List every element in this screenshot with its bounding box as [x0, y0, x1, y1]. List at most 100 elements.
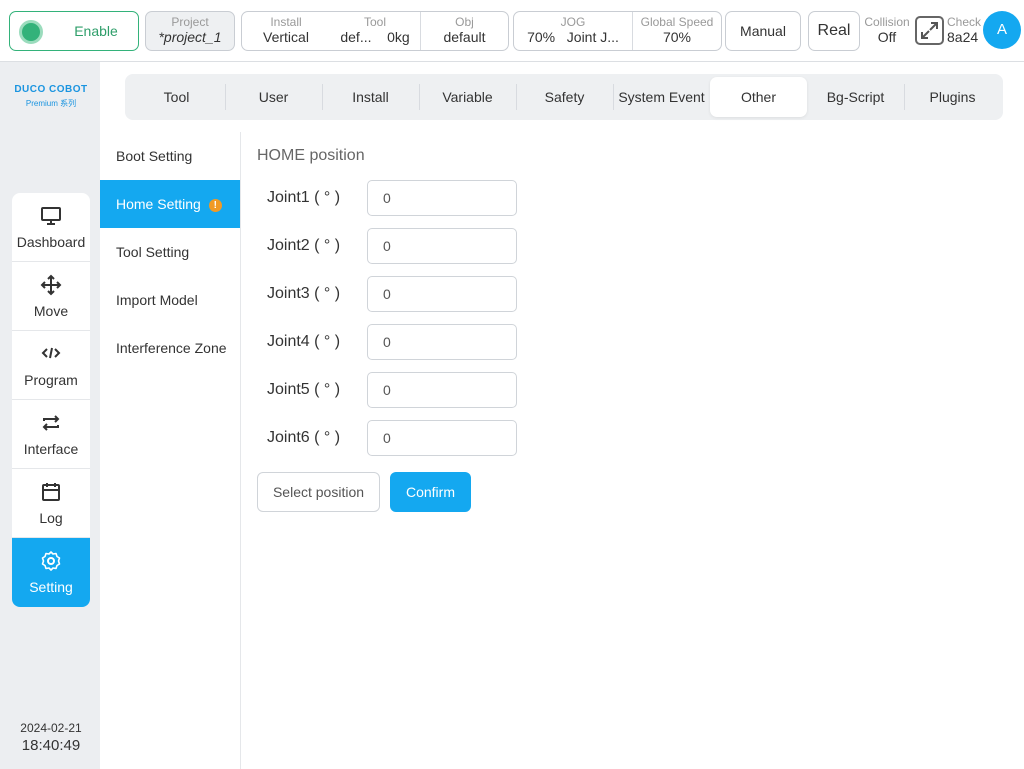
- check-status[interactable]: Check 8a24: [947, 16, 983, 46]
- subnav-import-model[interactable]: Import Model: [100, 276, 240, 324]
- obj-label: Obj: [455, 15, 474, 29]
- project-label: Project: [171, 15, 209, 29]
- check-value: 8a24: [947, 29, 979, 45]
- swap-icon: [12, 412, 90, 434]
- manual-mode-label: Manual: [740, 23, 786, 39]
- settings-tabs: Tool User Install Variable Safety System…: [125, 74, 1003, 120]
- check-label: Check: [947, 15, 982, 29]
- nav-label-interface: Interface: [23, 441, 79, 457]
- enable-button[interactable]: Enable: [9, 11, 139, 51]
- project-value: *project_1: [158, 29, 222, 45]
- main-content: Tool User Install Variable Safety System…: [100, 62, 1024, 769]
- expand-icon[interactable]: [915, 16, 944, 45]
- nav-item-program[interactable]: Program: [12, 331, 90, 400]
- clock-date: 2024-02-21: [20, 721, 82, 735]
- nav-item-dashboard[interactable]: Dashboard: [12, 193, 90, 262]
- subnav-home-setting[interactable]: Home Setting!: [100, 180, 240, 228]
- subnav-interference-zone[interactable]: Interference Zone: [100, 324, 240, 372]
- joint1-input[interactable]: [367, 180, 517, 216]
- enable-label: Enable: [74, 23, 118, 39]
- tab-bg-script[interactable]: Bg-Script: [807, 77, 905, 117]
- obj-value: default: [443, 29, 486, 45]
- nav-label-dashboard: Dashboard: [16, 234, 86, 250]
- jog-speed-panel[interactable]: JOG 70% Joint J... Global Speed 70%: [513, 11, 722, 51]
- joint6-label: Joint6 ( ° ): [267, 429, 341, 446]
- joint5-label: Joint5 ( ° ): [267, 381, 341, 398]
- tab-label: Tool: [163, 89, 190, 105]
- tab-plugins[interactable]: Plugins: [904, 77, 1001, 117]
- jog-speed: 70%: [527, 29, 556, 45]
- confirm-button[interactable]: Confirm: [390, 472, 471, 512]
- joint2-input[interactable]: [367, 228, 517, 264]
- top-status-bar: Enable Project *project_1 Install Vertic…: [0, 0, 1024, 62]
- subnav-tool-setting[interactable]: Tool Setting: [100, 228, 240, 276]
- subnav-boot-setting[interactable]: Boot Setting: [100, 132, 240, 180]
- install-value: Vertical: [263, 29, 309, 45]
- code-icon: [12, 343, 90, 365]
- tool-label: Tool: [363, 15, 386, 29]
- nav-item-log[interactable]: Log: [12, 469, 90, 538]
- jog-cell[interactable]: JOG 70% Joint J...: [514, 12, 632, 50]
- tab-label: Bg-Script: [826, 89, 885, 105]
- tab-variable[interactable]: Variable: [419, 77, 517, 117]
- joint2-label: Joint2 ( ° ): [267, 237, 341, 254]
- nav-label-log: Log: [39, 510, 63, 526]
- install-cell[interactable]: Install Vertical: [242, 12, 330, 50]
- gear-icon: [12, 550, 90, 572]
- install-tool-obj-panel[interactable]: Install Vertical Tool def... 0kg Obj def…: [241, 11, 509, 51]
- tab-label: Other: [740, 89, 776, 105]
- nav-item-move[interactable]: Move: [12, 262, 90, 331]
- global-speed-label: Global Speed: [640, 15, 714, 29]
- joint3-input[interactable]: [367, 276, 517, 312]
- joint6-input[interactable]: [367, 420, 517, 456]
- joint5-row: Joint5 ( ° ): [267, 372, 527, 408]
- tab-user[interactable]: User: [225, 77, 323, 117]
- joint2-row: Joint2 ( ° ): [267, 228, 527, 264]
- tab-system-event[interactable]: System Event: [613, 77, 710, 117]
- tab-other[interactable]: Other: [710, 77, 807, 117]
- nav-label-program: Program: [24, 372, 78, 388]
- tab-label: Install: [352, 89, 389, 105]
- collision-label: Collision: [864, 15, 910, 29]
- tab-install[interactable]: Install: [322, 77, 420, 117]
- joint5-input[interactable]: [367, 372, 517, 408]
- joint3-row: Joint3 ( ° ): [267, 276, 527, 312]
- global-speed-value: 70%: [662, 29, 692, 45]
- user-avatar[interactable]: A: [983, 11, 1021, 49]
- nav-item-interface[interactable]: Interface: [12, 400, 90, 469]
- tool-name: def...: [340, 29, 372, 45]
- nav-item-setting[interactable]: Setting: [12, 538, 90, 607]
- jog-label: JOG: [560, 15, 586, 29]
- tab-label: Plugins: [929, 89, 976, 105]
- logo-line1: DUCO COBOT: [14, 84, 88, 95]
- subnav-home-setting-label: Home Setting: [116, 196, 201, 212]
- move-arrows-icon: [12, 274, 90, 296]
- duco-logo: DUCO COBOT Premium 系列: [10, 84, 92, 109]
- joint4-input[interactable]: [367, 324, 517, 360]
- select-position-button[interactable]: Select position: [257, 472, 380, 512]
- tool-cell[interactable]: Tool def... 0kg: [330, 12, 420, 50]
- real-mode-label: Real: [817, 22, 851, 39]
- collision-status[interactable]: Collision Off: [863, 16, 911, 46]
- global-speed-cell[interactable]: Global Speed 70%: [632, 12, 721, 50]
- joint4-row: Joint4 ( ° ): [267, 324, 527, 360]
- tab-label: Safety: [544, 89, 585, 105]
- tab-label: User: [258, 89, 289, 105]
- power-status-icon: [19, 20, 43, 44]
- tab-tool[interactable]: Tool: [128, 77, 226, 117]
- manual-mode-button[interactable]: Manual: [725, 11, 801, 51]
- install-label: Install: [270, 15, 302, 29]
- project-selector[interactable]: Project *project_1: [145, 11, 235, 51]
- tab-safety[interactable]: Safety: [516, 77, 614, 117]
- calendar-icon: [12, 481, 90, 503]
- real-mode-button[interactable]: Real: [808, 11, 860, 51]
- warning-icon: !: [208, 199, 222, 212]
- other-subnav: Boot Setting Home Setting! Tool Setting …: [100, 132, 241, 769]
- section-title: HOME position: [257, 147, 365, 164]
- tool-load: 0kg: [387, 29, 410, 45]
- obj-cell[interactable]: Obj default: [420, 12, 508, 50]
- joint4-label: Joint4 ( ° ): [267, 333, 341, 350]
- collision-value: Off: [877, 29, 897, 45]
- tool-value: def... 0kg: [330, 29, 420, 46]
- system-clock: 2024-02-21 18:40:49: [0, 721, 102, 754]
